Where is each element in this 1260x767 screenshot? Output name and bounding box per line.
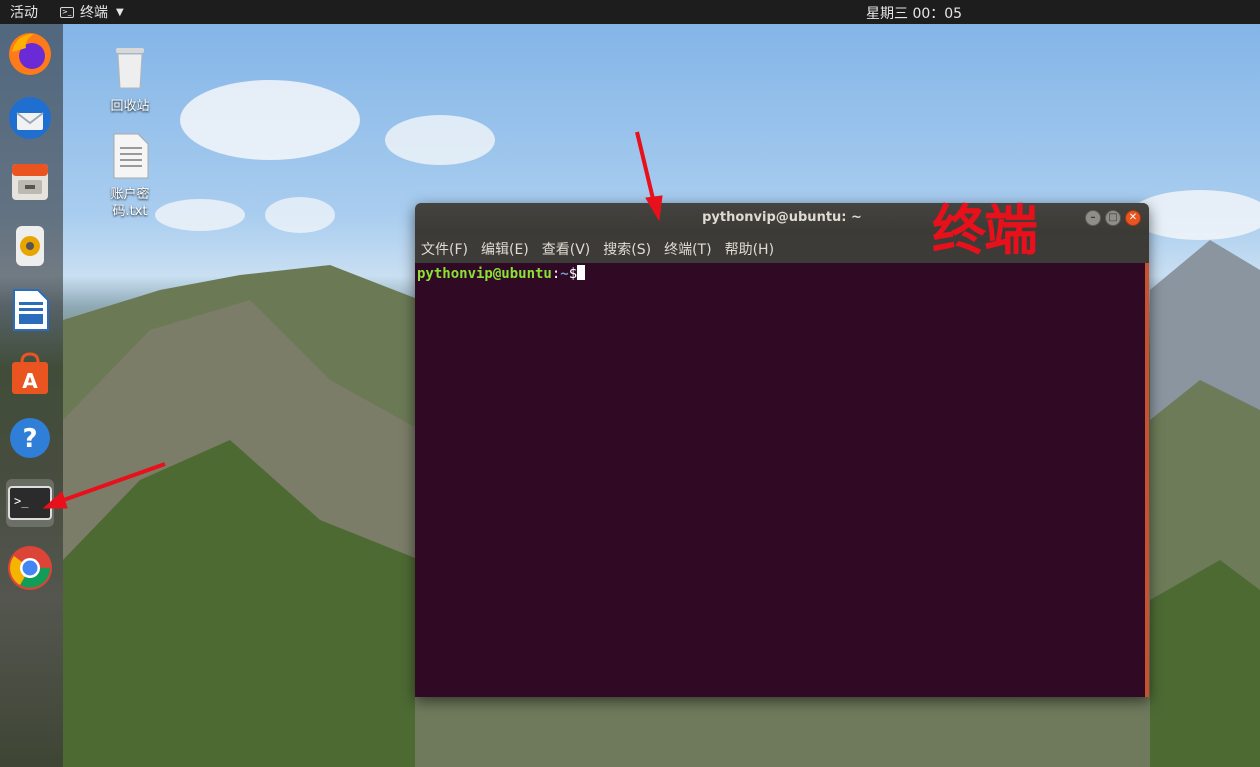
prompt-path: ~ bbox=[560, 266, 569, 282]
window-controls: – □ ✕ bbox=[1085, 210, 1141, 226]
thunderbird-icon bbox=[9, 97, 51, 139]
clock[interactable]: 星期三 00：05 bbox=[866, 3, 962, 23]
svg-text:A: A bbox=[22, 369, 38, 393]
dock-item-writer[interactable] bbox=[6, 286, 54, 334]
dock: A ? >_ bbox=[0, 24, 63, 767]
close-button[interactable]: ✕ bbox=[1125, 210, 1141, 226]
terminal-output[interactable]: pythonvip@ubuntu:~$ bbox=[415, 263, 1149, 697]
prompt-symbol: $ bbox=[568, 266, 578, 282]
top-bar: 活动 >_ 终端 ▼ 星期三 00：05 bbox=[0, 0, 1260, 24]
terminal-window: pythonvip@ubuntu: ~ – □ ✕ 文件(F) 编辑(E) 查看… bbox=[415, 203, 1149, 697]
terminal-menubar: 文件(F) 编辑(E) 查看(V) 搜索(S) 终端(T) 帮助(H) bbox=[415, 235, 1149, 263]
app-menu[interactable]: >_ 终端 ▼ bbox=[60, 2, 124, 22]
menu-view[interactable]: 查看(V) bbox=[542, 239, 591, 259]
trash-label: 回收站 bbox=[110, 99, 150, 114]
writer-document-icon bbox=[13, 289, 49, 331]
chevron-down-icon: ▼ bbox=[116, 6, 124, 18]
speaker-icon bbox=[16, 226, 44, 266]
file-cabinet-icon bbox=[12, 164, 48, 200]
desktop-icon-text-file[interactable]: 账户密码.txt bbox=[95, 132, 165, 220]
dock-item-rhythmbox[interactable] bbox=[6, 222, 54, 270]
menu-search[interactable]: 搜索(S) bbox=[603, 239, 651, 259]
terminal-titlebar[interactable]: pythonvip@ubuntu: ~ – □ ✕ bbox=[415, 203, 1149, 235]
terminal-icon: >_ bbox=[60, 6, 74, 18]
text-cursor bbox=[577, 265, 586, 280]
software-bag-icon: A bbox=[12, 352, 48, 394]
svg-text:>_: >_ bbox=[14, 494, 29, 508]
chrome-icon bbox=[8, 546, 52, 590]
annotation-label: 终端 bbox=[932, 199, 1038, 262]
maximize-button[interactable]: □ bbox=[1105, 210, 1121, 226]
terminal-title: pythonvip@ubuntu: ~ bbox=[702, 210, 862, 225]
desktop-icon-trash[interactable]: 回收站 bbox=[95, 44, 165, 115]
svg-text:?: ? bbox=[22, 424, 37, 454]
dock-item-software[interactable]: A bbox=[6, 350, 54, 398]
dock-item-help[interactable]: ? bbox=[6, 414, 54, 462]
menu-file[interactable]: 文件(F) bbox=[421, 239, 468, 259]
terminal-icon: >_ bbox=[8, 486, 52, 520]
dock-item-thunderbird[interactable] bbox=[6, 94, 54, 142]
help-icon: ? bbox=[10, 418, 50, 458]
dock-item-terminal[interactable]: >_ bbox=[6, 479, 54, 527]
text-file-icon bbox=[113, 133, 149, 179]
dock-item-chrome[interactable] bbox=[6, 544, 54, 592]
text-file-label: 账户密码.txt bbox=[110, 187, 150, 219]
shell-prompt: pythonvip@ubuntu:~$ bbox=[417, 265, 586, 282]
menu-help[interactable]: 帮助(H) bbox=[725, 239, 774, 259]
prompt-user: pythonvip@ubuntu bbox=[417, 266, 552, 282]
app-menu-label: 终端 bbox=[80, 5, 108, 21]
dock-item-firefox[interactable] bbox=[6, 30, 54, 78]
activities-button[interactable]: 活动 bbox=[10, 2, 38, 22]
minimize-button[interactable]: – bbox=[1085, 210, 1101, 226]
menu-edit[interactable]: 编辑(E) bbox=[481, 239, 529, 259]
trash-icon bbox=[116, 48, 144, 89]
dock-item-files[interactable] bbox=[6, 158, 54, 206]
firefox-icon bbox=[9, 33, 51, 75]
menu-terminal[interactable]: 终端(T) bbox=[664, 239, 711, 259]
